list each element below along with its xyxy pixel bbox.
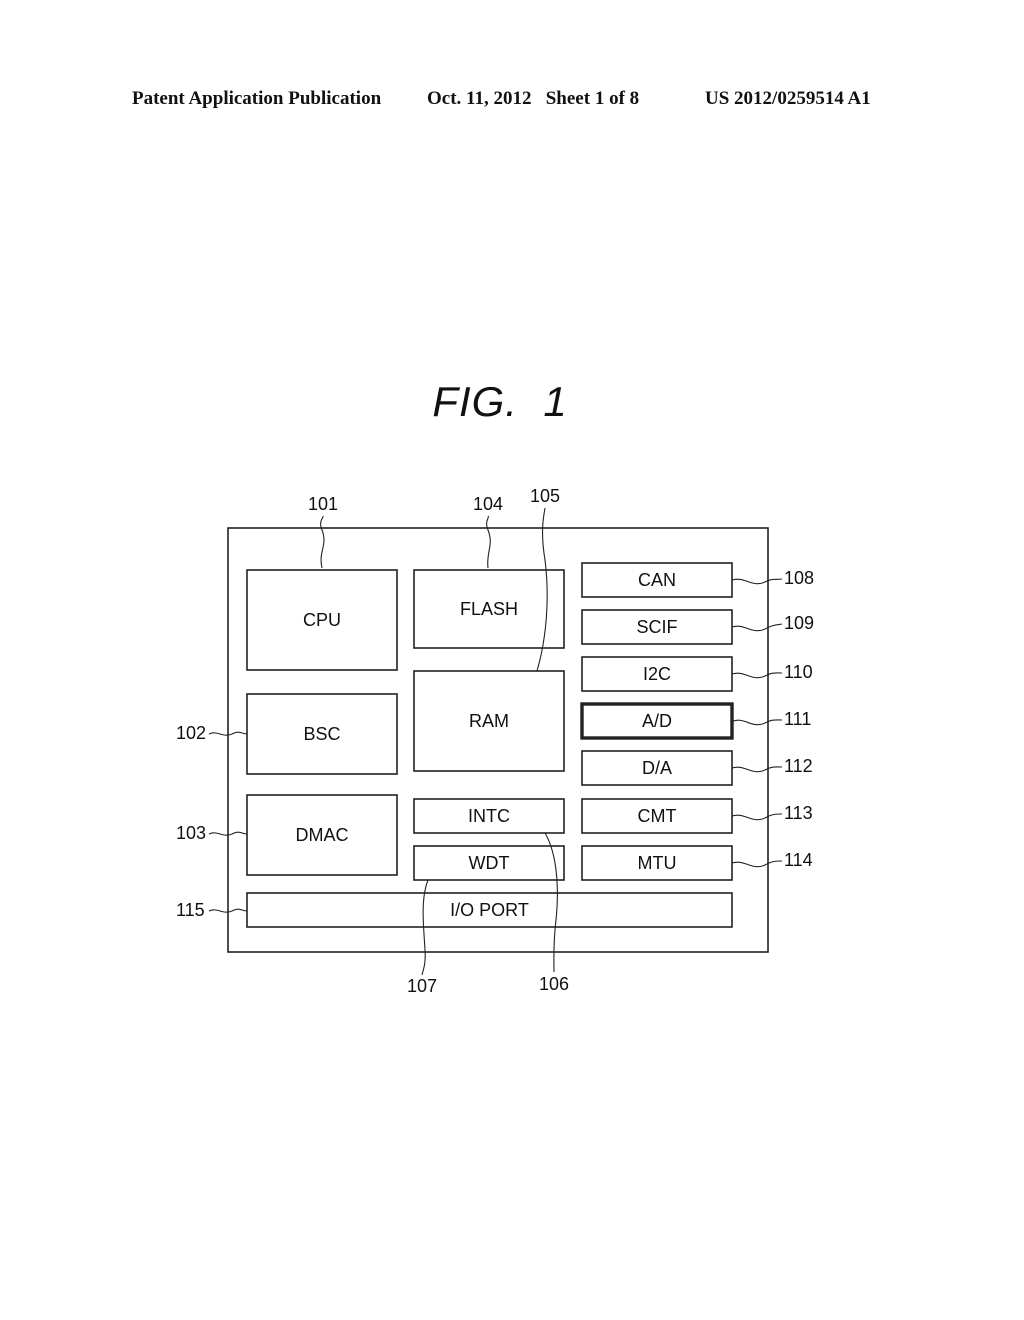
reference-numeral-103: 103 [176,823,206,843]
reference-numeral-107: 107 [407,976,437,996]
block-ram-label: RAM [469,711,509,731]
block-diagram: CPU BSC DMAC FLASH RAM INTC WDT CAN SCIF I2C A/D D/… [176,486,814,996]
block-mtu-label: MTU [638,853,677,873]
block-scif: SCIF [581,609,733,645]
reference-numeral-104: 104 [473,494,503,514]
block-io-label: I/O PORT [450,900,529,920]
block-ram: RAM [413,670,565,772]
reference-numeral-102: 102 [176,723,206,743]
block-dmac-label: DMAC [296,825,349,845]
block-flash-label: FLASH [460,599,518,619]
block-intc-label: INTC [468,806,510,826]
reference-numeral-108: 108 [784,568,814,588]
block-cpu-label: CPU [303,610,341,630]
block-da-label: D/A [642,758,672,778]
reference-numeral-101: 101 [308,494,338,514]
block-ad: A/D [580,702,734,740]
reference-numeral-112: 112 [784,756,813,776]
block-cmt-label: CMT [638,806,677,826]
reference-numeral-106: 106 [539,974,569,994]
block-dmac: DMAC [246,794,398,876]
reference-numeral-110: 110 [784,662,813,682]
block-can-label: CAN [638,570,676,590]
block-io: I/O PORT [246,892,733,928]
reference-numeral-111: 111 [784,709,811,729]
block-wdt-label: WDT [469,853,510,873]
reference-numeral-115: 115 [176,900,205,920]
block-mtu: MTU [581,845,733,881]
block-da: D/A [581,750,733,786]
reference-numeral-113: 113 [784,803,813,823]
block-bsc-label: BSC [303,724,340,744]
block-bsc: BSC [246,693,398,775]
block-flash: FLASH [413,569,565,649]
block-ad-label: A/D [642,711,672,731]
block-wdt: WDT [413,845,565,881]
reference-numeral-114: 114 [784,850,813,870]
block-i2c: I2C [581,656,733,692]
block-scif-label: SCIF [636,617,677,637]
block-cmt: CMT [581,798,733,834]
block-can: CAN [581,562,733,598]
block-i2c-label: I2C [643,664,671,684]
reference-numeral-105: 105 [530,486,560,506]
reference-numeral-109: 109 [784,613,814,633]
block-intc: INTC [413,798,565,834]
block-cpu: CPU [246,569,398,671]
